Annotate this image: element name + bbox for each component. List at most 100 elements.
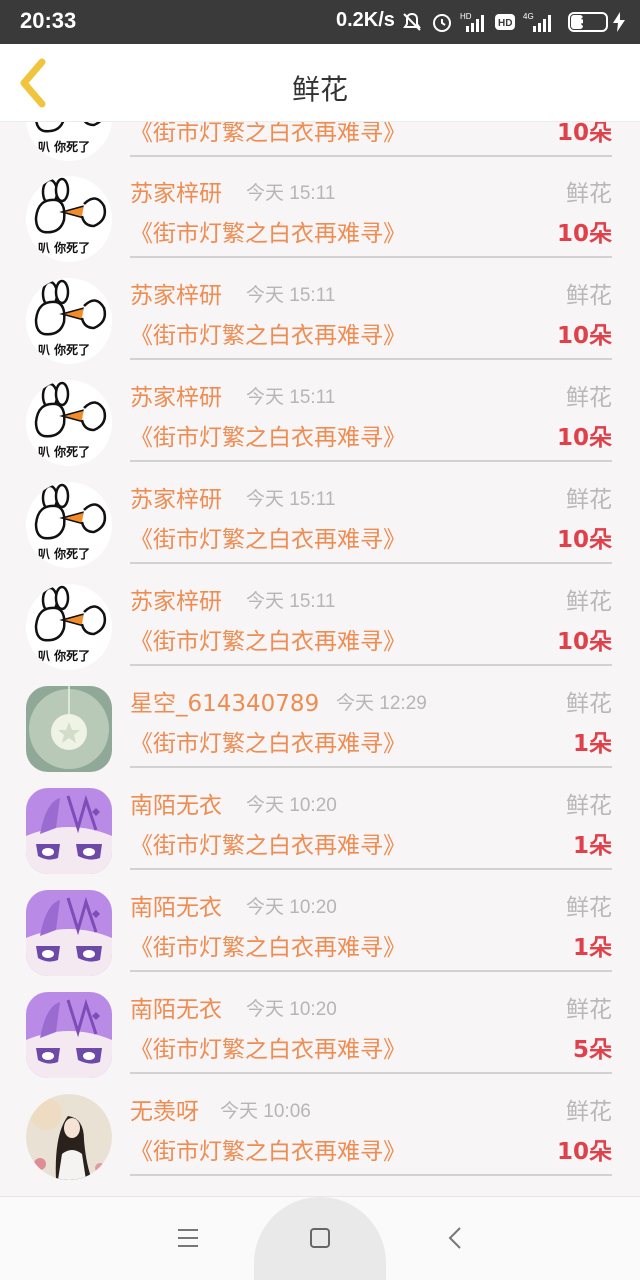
divider: [130, 970, 612, 972]
flower-count: 10朵: [556, 425, 612, 451]
gift-type: 鲜花: [566, 997, 612, 1023]
flower-count: 10朵: [556, 527, 612, 553]
flower-count: 5朵: [572, 1037, 612, 1063]
sender-name[interactable]: 南陌无衣: [130, 990, 222, 1024]
menu-button[interactable]: [173, 1223, 203, 1253]
gift-time: 今天 12:29: [336, 693, 427, 714]
divider: [130, 256, 612, 258]
sender-name[interactable]: 苏家梓研: [130, 174, 222, 208]
gift-type: 鲜花: [566, 385, 612, 411]
page-title: 鲜花: [291, 73, 348, 106]
battery-level: 31: [580, 14, 596, 29]
divider: [130, 868, 612, 870]
gift-time: 今天 15:11: [246, 183, 336, 204]
divider: [130, 1174, 612, 1176]
hd-signal-icon: HD: [460, 10, 488, 34]
list-item[interactable]: 南陌无衣 今天 10:20 鲜花 《街市灯繁之白衣再难寻》 1朵: [0, 778, 640, 880]
list-item[interactable]: 苏家梓研 今天 15:11 鲜花 《街市灯繁之白衣再难寻》 10朵: [0, 268, 640, 370]
flower-count: 1朵: [572, 731, 612, 757]
gift-type: 鲜花: [566, 793, 612, 819]
list-item[interactable]: 苏家梓研 今天 15:11 鲜花 《街市灯繁之白衣再难寻》 10朵: [0, 574, 640, 676]
svg-text:HD: HD: [498, 18, 512, 29]
gift-time: 今天 15:11: [246, 285, 336, 306]
book-title[interactable]: 《街市灯繁之白衣再难寻》: [130, 214, 406, 248]
list-item[interactable]: 苏家梓研 今天 15:11 鲜花 《街市灯繁之白衣再难寻》 10朵: [0, 370, 640, 472]
back-triangle-icon: [448, 1227, 461, 1249]
mute-icon: [400, 10, 424, 34]
alarm-icon: [430, 10, 454, 34]
gift-type: 鲜花: [566, 487, 612, 513]
list-item[interactable]: 星空_614340789 今天 12:29 鲜花 《街市灯繁之白衣再难寻》 1朵: [0, 676, 640, 778]
divider: [130, 155, 612, 157]
avatar[interactable]: [26, 890, 112, 976]
divider: [130, 460, 612, 462]
sender-name[interactable]: 无羡呀: [130, 1092, 199, 1126]
flower-count: 1朵: [572, 935, 612, 961]
book-title[interactable]: 《街市灯繁之白衣再难寻》: [130, 724, 406, 758]
charging-icon: [612, 12, 626, 36]
avatar[interactable]: [26, 482, 112, 568]
avatar[interactable]: [26, 122, 112, 161]
book-title[interactable]: 《街市灯繁之白衣再难寻》: [130, 316, 406, 350]
sender-name[interactable]: 苏家梓研: [130, 582, 222, 616]
status-time: 20:33: [20, 8, 77, 33]
avatar[interactable]: [26, 686, 112, 772]
gift-type: 鲜花: [566, 589, 612, 615]
svg-text:HD: HD: [460, 12, 472, 21]
sender-name[interactable]: 苏家梓研: [130, 480, 222, 514]
sender-name[interactable]: 苏家梓研: [130, 276, 222, 310]
flower-count: 10朵: [556, 221, 612, 247]
list-item[interactable]: 苏家梓研 今天 15:11 鲜花 《街市灯繁之白衣再难寻》 10朵: [0, 472, 640, 574]
flower-count: 1朵: [572, 833, 612, 859]
battery-icon: 31: [568, 12, 608, 32]
avatar[interactable]: [26, 992, 112, 1078]
gift-time: 今天 15:11: [246, 387, 336, 408]
gift-type: 鲜花: [566, 691, 612, 717]
gift-type: 鲜花: [566, 181, 612, 207]
book-title: 《街市灯繁之白衣再难寻》: [130, 122, 406, 146]
avatar[interactable]: [26, 380, 112, 466]
book-title[interactable]: 《街市灯繁之白衣再难寻》: [130, 1132, 406, 1166]
avatar[interactable]: [26, 278, 112, 364]
list-item[interactable]: 南陌无衣 今天 10:20 鲜花 《街市灯繁之白衣再难寻》 1朵: [0, 880, 640, 982]
list-item[interactable]: 苏家梓研 今天 15:11 鲜花 《街市灯繁之白衣再难寻》 10朵: [0, 166, 640, 268]
book-title[interactable]: 《街市灯繁之白衣再难寻》: [130, 520, 406, 554]
book-title[interactable]: 《街市灯繁之白衣再难寻》: [130, 418, 406, 452]
flower-count: 10朵: [556, 1139, 612, 1165]
home-button[interactable]: [305, 1223, 335, 1253]
sender-name[interactable]: 南陌无衣: [130, 786, 222, 820]
book-title[interactable]: 《街市灯繁之白衣再难寻》: [130, 622, 406, 656]
divider: [130, 1072, 612, 1074]
avatar[interactable]: [26, 788, 112, 874]
divider: [130, 664, 612, 666]
gift-time: 今天 15:11: [246, 489, 336, 510]
sender-name[interactable]: 星空_614340789: [130, 684, 319, 718]
sender-name[interactable]: 苏家梓研: [130, 378, 222, 412]
back-nav-button[interactable]: [440, 1223, 470, 1253]
flower-count: 10朵: [556, 323, 612, 349]
4g-signal-icon: 4G: [522, 10, 558, 34]
avatar[interactable]: [26, 1094, 112, 1180]
sender-name[interactable]: 南陌无衣: [130, 888, 222, 922]
list-item[interactable]: 无羡呀 今天 10:06 鲜花 《街市灯繁之白衣再难寻》 10朵: [0, 1084, 640, 1186]
list-item[interactable]: 南陌无衣 今天 10:20 鲜花 《街市灯繁之白衣再难寻》 5朵: [0, 982, 640, 1084]
gift-time: 今天 10:06: [220, 1101, 311, 1122]
flower-count: 10朵: [556, 629, 612, 655]
system-nav-bar: [0, 1196, 640, 1280]
gift-time: 今天 15:11: [246, 591, 336, 612]
status-bar: 20:33 0.2K/s HD HD 4G 31: [0, 0, 640, 44]
list-item[interactable]: 《街市灯繁之白衣再难寻》 10朵: [0, 122, 640, 167]
flower-count: 10朵: [556, 122, 612, 146]
book-title[interactable]: 《街市灯繁之白衣再难寻》: [130, 826, 406, 860]
divider: [130, 358, 612, 360]
app-header: 鲜花: [0, 44, 640, 122]
book-title[interactable]: 《街市灯繁之白衣再难寻》: [130, 1030, 406, 1064]
gift-type: 鲜花: [566, 283, 612, 309]
hd-badge-icon: HD: [494, 10, 516, 34]
flower-gift-list[interactable]: 《街市灯繁之白衣再难寻》 10朵 苏家梓研 今天 15:11 鲜花 《街市灯繁之…: [0, 122, 640, 1196]
avatar[interactable]: [26, 584, 112, 670]
book-title[interactable]: 《街市灯繁之白衣再难寻》: [130, 928, 406, 962]
gift-time: 今天 10:20: [246, 795, 337, 816]
avatar[interactable]: [26, 176, 112, 262]
divider: [130, 562, 612, 564]
